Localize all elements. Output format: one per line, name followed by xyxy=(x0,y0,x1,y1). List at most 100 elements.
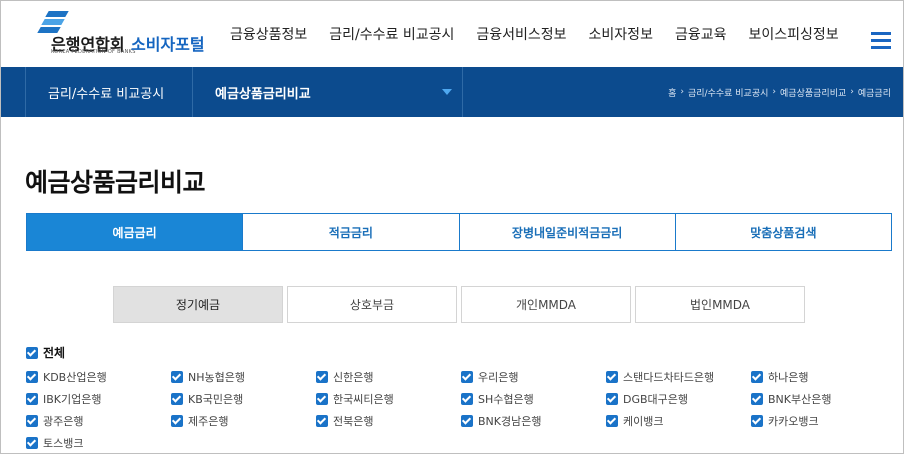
bank-label: BNK경남은행 xyxy=(478,415,542,428)
subtab-installment[interactable]: 상호부금 xyxy=(287,286,457,323)
breadcrumb-page[interactable]: 예금상품금리비교 xyxy=(780,86,846,99)
nav-item-services[interactable]: 금융서비스정보 xyxy=(476,24,566,44)
checkbox-checked-icon[interactable] xyxy=(461,393,473,405)
tab-deposit-rate[interactable]: 예금금리 xyxy=(27,214,243,250)
site-header: 은행연합회 KOREA FEDERATION OF BANKS 소비자포털 금융… xyxy=(1,1,903,67)
checkbox-checked-icon[interactable] xyxy=(751,415,763,427)
page-frame: 은행연합회 KOREA FEDERATION OF BANKS 소비자포털 금융… xyxy=(0,0,904,454)
nav-item-phishing[interactable]: 보이스피싱정보 xyxy=(748,24,838,44)
bank-checkbox[interactable]: 전북은행 xyxy=(316,410,461,432)
bank-checkbox[interactable]: BNK부산은행 xyxy=(751,388,896,410)
bank-label: 카카오뱅크 xyxy=(768,415,819,428)
bank-label: 스탠다드차타드은행 xyxy=(623,371,715,384)
bank-label: 한국씨티은행 xyxy=(333,393,394,406)
bank-checkbox[interactable]: 카카오뱅크 xyxy=(751,410,896,432)
main-tabs: 예금금리 적금금리 장병내일준비적금금리 맞춤상품검색 xyxy=(26,213,892,251)
tab-soldier-savings-rate[interactable]: 장병내일준비적금금리 xyxy=(458,214,675,250)
breadcrumb-current: 예금금리 xyxy=(857,88,891,99)
breadcrumb: 홈 › 금리/수수료 비교공시 › 예금상품금리비교 › 예금금리 xyxy=(668,67,891,117)
bank-label: SH수협은행 xyxy=(478,393,534,406)
bank-checkbox[interactable]: 우리은행 xyxy=(461,366,606,388)
bank-checkbox[interactable]: NH농협은행 xyxy=(171,366,316,388)
subtab-personal-mmda[interactable]: 개인MMDA xyxy=(461,286,631,323)
page-title: 예금상품금리비교 xyxy=(25,168,206,197)
site-logo[interactable]: 은행연합회 KOREA FEDERATION OF BANKS 소비자포털 xyxy=(25,11,215,57)
checkbox-checked-icon[interactable] xyxy=(316,393,328,405)
bank-checkbox[interactable]: SH수협은행 xyxy=(461,388,606,410)
chevron-right-icon: › xyxy=(680,87,684,97)
bank-checkbox[interactable]: 광주은행 xyxy=(26,410,171,432)
bank-checkbox[interactable]: 토스뱅크 xyxy=(26,432,171,453)
tab-savings-rate[interactable]: 적금금리 xyxy=(242,214,459,250)
bank-label: BNK부산은행 xyxy=(768,393,832,406)
breadcrumb-home[interactable]: 홈 xyxy=(668,86,676,99)
bank-checkbox[interactable]: 케이뱅크 xyxy=(606,410,751,432)
bank-checkbox[interactable]: KB국민은행 xyxy=(171,388,316,410)
nav-item-consumer[interactable]: 소비자정보 xyxy=(589,24,653,44)
checkbox-checked-icon[interactable] xyxy=(26,371,38,383)
bank-label: NH농협은행 xyxy=(188,371,245,384)
nav-item-education[interactable]: 금융교육 xyxy=(675,24,727,44)
bank-checkbox[interactable]: 스탠다드차타드은행 xyxy=(606,366,751,388)
bank-label: 광주은행 xyxy=(43,415,84,428)
bank-checkbox[interactable]: 하나은행 xyxy=(751,366,896,388)
checkbox-checked-icon[interactable] xyxy=(606,393,618,405)
checkbox-checked-icon[interactable] xyxy=(171,415,183,427)
checkbox-checked-icon[interactable] xyxy=(26,415,38,427)
bank-checkbox[interactable]: 한국씨티은행 xyxy=(316,388,461,410)
checkbox-checked-icon[interactable] xyxy=(26,393,38,405)
page-dropdown-label: 예금상품금리비교 xyxy=(215,86,311,102)
tab-custom-search[interactable]: 맞춤상품검색 xyxy=(674,214,891,250)
checkbox-checked-icon[interactable] xyxy=(461,415,473,427)
bank-label: 우리은행 xyxy=(478,371,519,384)
bank-checkbox[interactable]: DGB대구은행 xyxy=(606,388,751,410)
hamburger-icon[interactable] xyxy=(871,32,891,50)
bank-checkbox[interactable]: 제주은행 xyxy=(171,410,316,432)
logo-mark-icon xyxy=(37,11,69,33)
nav-item-rates[interactable]: 금리/수수료 비교공시 xyxy=(329,24,454,44)
portal-name: 소비자포털 xyxy=(131,35,205,54)
bank-checkbox[interactable]: BNK경남은행 xyxy=(461,410,606,432)
bank-label: DGB대구은행 xyxy=(623,393,689,406)
subtab-corporate-mmda[interactable]: 법인MMDA xyxy=(635,286,805,323)
check-all-label: 전체 xyxy=(43,346,66,360)
checkbox-checked-icon[interactable] xyxy=(316,371,328,383)
checkbox-checked-icon[interactable] xyxy=(751,393,763,405)
page-dropdown[interactable]: 예금상품금리비교 xyxy=(193,67,463,117)
caret-down-icon xyxy=(442,89,452,95)
bank-checkbox[interactable]: KDB산업은행 xyxy=(26,366,171,388)
checkbox-checked-icon[interactable] xyxy=(26,346,38,359)
subtab-time-deposit[interactable]: 정기예금 xyxy=(113,286,283,323)
checkbox-checked-icon[interactable] xyxy=(171,393,183,405)
bank-label: 하나은행 xyxy=(768,371,809,384)
checkbox-checked-icon[interactable] xyxy=(26,437,38,449)
checkbox-checked-icon[interactable] xyxy=(171,371,183,383)
chevron-right-icon: › xyxy=(850,87,854,97)
bank-label: 토스뱅크 xyxy=(43,437,84,450)
global-nav: 금융상품정보 금리/수수료 비교공시 금융서비스정보 소비자정보 금융교육 보이… xyxy=(219,1,850,67)
checkbox-checked-icon[interactable] xyxy=(461,371,473,383)
checkbox-checked-icon[interactable] xyxy=(316,415,328,427)
section-label: 금리/수수료 비교공시 xyxy=(48,86,165,102)
bank-label: 케이뱅크 xyxy=(623,415,664,428)
sub-tabs: 정기예금 상호부금 개인MMDA 법인MMDA xyxy=(113,286,809,323)
bank-label: 신한은행 xyxy=(333,371,374,384)
checkbox-checked-icon[interactable] xyxy=(606,415,618,427)
checkbox-checked-icon[interactable] xyxy=(606,371,618,383)
check-all[interactable]: 전체 xyxy=(26,344,65,361)
section-bar: 금리/수수료 비교공시 예금상품금리비교 홈 › 금리/수수료 비교공시 › 예… xyxy=(1,67,903,117)
bank-checkbox-list: KDB산업은행 NH농협은행 신한은행 우리은행 스탠다드차타드은행 하나은행 IBK기업은… xyxy=(26,366,896,453)
bank-label: 전북은행 xyxy=(333,415,374,428)
bank-checkbox[interactable]: IBK기업은행 xyxy=(26,388,171,410)
checkbox-checked-icon[interactable] xyxy=(751,371,763,383)
breadcrumb-section[interactable]: 금리/수수료 비교공시 xyxy=(688,86,768,99)
nav-item-products[interactable]: 금융상품정보 xyxy=(230,24,307,44)
bank-checkbox[interactable]: 신한은행 xyxy=(316,366,461,388)
bank-label: KB국민은행 xyxy=(188,393,244,406)
bank-label: IBK기업은행 xyxy=(43,393,102,406)
bank-label: 제주은행 xyxy=(188,415,229,428)
chevron-right-icon: › xyxy=(772,87,777,97)
section-dropdown[interactable]: 금리/수수료 비교공시 xyxy=(25,67,193,117)
bank-label: KDB산업은행 xyxy=(43,371,107,384)
logo-subtitle: KOREA FEDERATION OF BANKS xyxy=(51,49,136,55)
